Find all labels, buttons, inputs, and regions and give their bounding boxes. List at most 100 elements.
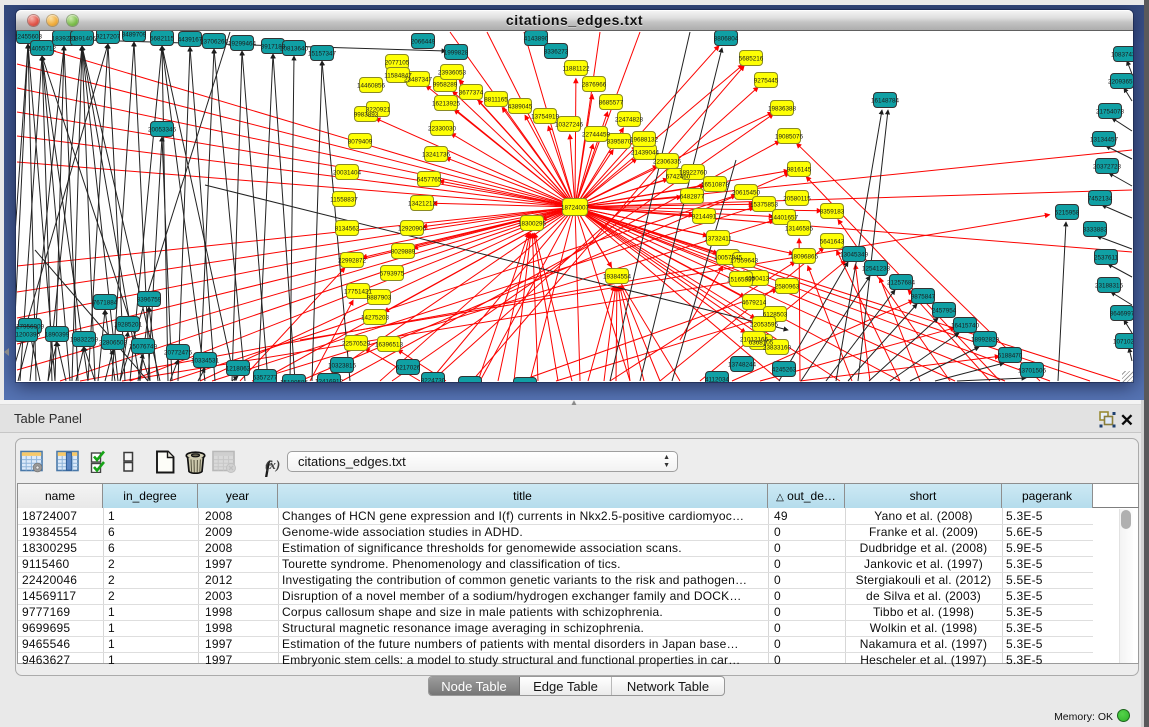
svg-text:11558837: 11558837 bbox=[330, 196, 358, 203]
svg-text:23188315: 23188315 bbox=[1095, 282, 1124, 289]
svg-text:2580963: 2580963 bbox=[775, 283, 800, 290]
svg-text:4679214: 4679214 bbox=[742, 299, 767, 306]
svg-text:19085076: 19085076 bbox=[775, 133, 804, 140]
svg-text:9958289: 9958289 bbox=[433, 81, 458, 88]
svg-text:21257684: 21257684 bbox=[887, 279, 916, 286]
svg-text:16510878: 16510878 bbox=[701, 181, 730, 188]
svg-text:19285201: 19285201 bbox=[114, 321, 143, 328]
svg-text:8685577: 8685577 bbox=[599, 99, 624, 106]
svg-text:14401657: 14401657 bbox=[770, 214, 799, 221]
svg-text:20813640: 20813640 bbox=[280, 45, 309, 52]
svg-text:13701506: 13701506 bbox=[1018, 367, 1047, 374]
svg-text:4143890: 4143890 bbox=[524, 35, 549, 42]
svg-text:8224730: 8224730 bbox=[421, 377, 446, 382]
svg-text:19688132: 19688132 bbox=[630, 136, 659, 143]
svg-text:1890399: 1890399 bbox=[45, 331, 70, 338]
svg-text:20580115: 20580115 bbox=[783, 195, 811, 202]
svg-text:13421212: 13421212 bbox=[408, 200, 437, 207]
svg-text:22093651: 22093651 bbox=[1108, 78, 1133, 85]
svg-text:16148784: 16148784 bbox=[871, 97, 900, 104]
svg-text:13146585: 13146585 bbox=[785, 225, 814, 232]
svg-text:8646997: 8646997 bbox=[1110, 310, 1133, 317]
svg-text:20615450: 20615450 bbox=[732, 189, 761, 196]
svg-text:13045349: 13045349 bbox=[840, 251, 869, 258]
svg-text:9875847: 9875847 bbox=[911, 293, 936, 300]
svg-text:4389045: 4389045 bbox=[508, 103, 533, 110]
svg-text:14275203: 14275203 bbox=[361, 314, 390, 321]
svg-text:7452134: 7452134 bbox=[1088, 195, 1113, 202]
svg-text:21012166: 21012166 bbox=[740, 336, 769, 343]
svg-text:8336273: 8336273 bbox=[544, 48, 569, 55]
svg-text:1218062: 1218062 bbox=[226, 365, 251, 372]
svg-text:9217207: 9217207 bbox=[96, 33, 121, 40]
svg-text:18922760: 18922760 bbox=[679, 169, 708, 176]
svg-text:9214491: 9214491 bbox=[692, 213, 717, 220]
svg-text:8029889: 8029889 bbox=[391, 248, 416, 255]
svg-text:20372723: 20372723 bbox=[1093, 163, 1122, 170]
svg-text:16213925: 16213925 bbox=[432, 100, 461, 107]
svg-text:13241736: 13241736 bbox=[422, 151, 451, 158]
svg-text:9887903: 9887903 bbox=[367, 294, 392, 301]
svg-text:5641643: 5641643 bbox=[820, 238, 845, 245]
svg-text:16415740: 16415740 bbox=[951, 322, 980, 329]
svg-text:13134457: 13134457 bbox=[1090, 136, 1119, 143]
svg-text:3395870: 3395870 bbox=[607, 138, 632, 145]
svg-text:10323815: 10323815 bbox=[328, 362, 357, 369]
svg-text:15165337: 15165337 bbox=[727, 276, 756, 283]
svg-text:11881122: 11881122 bbox=[562, 65, 590, 72]
svg-text:11584847: 11584847 bbox=[384, 72, 412, 79]
svg-text:13732411: 13732411 bbox=[704, 235, 732, 242]
svg-text:2537611: 2537611 bbox=[1094, 254, 1119, 261]
svg-text:15180586: 15180586 bbox=[280, 379, 309, 382]
svg-text:3677374: 3677374 bbox=[459, 89, 484, 96]
svg-text:8079409: 8079409 bbox=[348, 138, 373, 145]
svg-text:4245263: 4245263 bbox=[772, 366, 797, 373]
svg-text:2457954: 2457954 bbox=[932, 307, 957, 314]
svg-text:12920906: 12920906 bbox=[398, 225, 427, 232]
svg-text:8489709: 8489709 bbox=[122, 31, 147, 38]
svg-text:5682115: 5682115 bbox=[150, 35, 175, 42]
svg-text:19832259: 19832259 bbox=[70, 336, 99, 343]
svg-text:12294238: 12294238 bbox=[456, 381, 485, 382]
svg-text:19384554: 19384554 bbox=[603, 273, 632, 280]
svg-text:10837430: 10837430 bbox=[1111, 51, 1133, 58]
svg-text:23833160: 23833160 bbox=[763, 344, 792, 351]
svg-text:8134562: 8134562 bbox=[335, 225, 360, 232]
svg-text:2066449: 2066449 bbox=[411, 38, 436, 45]
svg-text:7671884: 7671884 bbox=[93, 299, 118, 306]
svg-text:6217026: 6217026 bbox=[396, 364, 421, 371]
svg-text:22806503: 22806503 bbox=[99, 339, 128, 346]
svg-text:23706266: 23706266 bbox=[200, 38, 229, 45]
svg-text:21200396: 21200396 bbox=[16, 331, 40, 338]
svg-text:8811165: 8811165 bbox=[484, 96, 508, 103]
svg-text:10710248: 10710248 bbox=[1113, 338, 1133, 345]
svg-text:16396513: 16396513 bbox=[375, 341, 404, 348]
svg-text:22744459: 22744459 bbox=[582, 131, 611, 138]
svg-text:12416912: 12416912 bbox=[315, 378, 344, 382]
svg-text:21439044: 21439044 bbox=[631, 149, 660, 156]
svg-text:19299464: 19299464 bbox=[228, 40, 257, 47]
svg-text:6457765: 6457765 bbox=[417, 176, 442, 183]
svg-text:2077105: 2077105 bbox=[385, 59, 410, 66]
svg-text:20031404: 20031404 bbox=[333, 169, 362, 176]
svg-text:22474828: 22474828 bbox=[615, 116, 644, 123]
svg-text:18992829: 18992829 bbox=[971, 336, 1000, 343]
svg-text:22992872: 22992872 bbox=[338, 257, 367, 264]
svg-text:13748244: 13748244 bbox=[728, 361, 757, 368]
svg-text:10327246: 10327246 bbox=[555, 121, 584, 128]
svg-text:21754078: 21754078 bbox=[1096, 108, 1125, 115]
svg-text:15157347: 15157347 bbox=[308, 50, 337, 57]
svg-text:5215958: 5215958 bbox=[1055, 209, 1080, 216]
svg-text:23936053: 23936053 bbox=[438, 69, 467, 76]
svg-text:18724007: 18724007 bbox=[561, 204, 590, 211]
svg-text:22455603: 22455603 bbox=[16, 33, 42, 40]
svg-text:1999828: 1999828 bbox=[444, 49, 469, 56]
svg-text:3220921: 3220921 bbox=[366, 106, 391, 113]
svg-text:5188470: 5188470 bbox=[998, 352, 1023, 359]
svg-text:10334531: 10334531 bbox=[191, 357, 220, 364]
svg-text:3333883: 3333883 bbox=[1083, 226, 1108, 233]
svg-text:14460856: 14460856 bbox=[357, 82, 386, 89]
svg-text:20053346: 20053346 bbox=[148, 126, 177, 133]
svg-text:8396759: 8396759 bbox=[137, 296, 162, 303]
svg-text:13754919: 13754919 bbox=[531, 113, 560, 120]
